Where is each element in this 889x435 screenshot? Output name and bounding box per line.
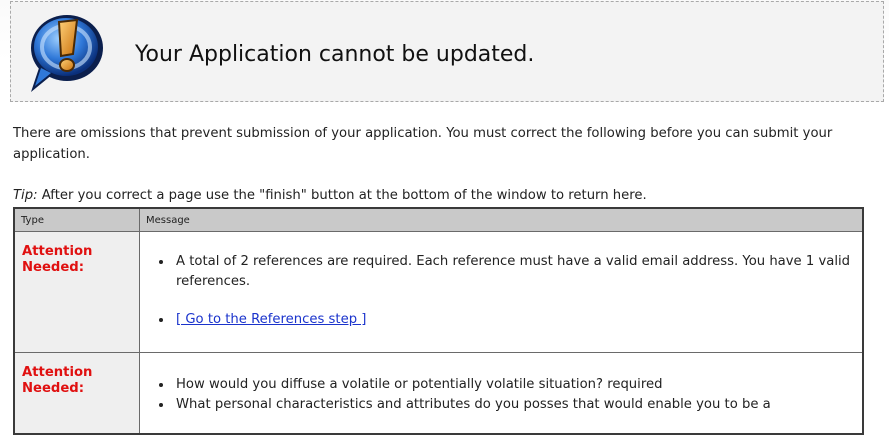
message-cell: How would you diffuse a volatile or pote…: [139, 352, 864, 435]
list-item: How would you diffuse a volatile or pote…: [173, 375, 862, 395]
message-list: A total of 2 references are required. Ea…: [140, 232, 862, 330]
attention-label: Attention Needed:: [22, 244, 93, 275]
page-title: Your Application cannot be updated.: [135, 42, 535, 67]
tip-text: After you correct a page use the "finish…: [37, 188, 647, 203]
intro-text: There are omissions that prevent submiss…: [13, 126, 833, 162]
table-row: Attention Needed: How would you diffuse …: [13, 352, 864, 435]
list-item: [ Go to the References step ]: [173, 310, 862, 330]
message-list: How would you diffuse a volatile or pote…: [140, 353, 862, 415]
tip-label: Tip:: [13, 188, 38, 203]
type-cell: Attention Needed:: [13, 231, 140, 353]
omissions-table: Type Message Attention Needed: A total o…: [13, 207, 864, 435]
type-cell: Attention Needed:: [13, 352, 140, 435]
tip-line: Tip: After you correct a page use the "f…: [13, 188, 647, 203]
column-header-type: Type: [13, 207, 140, 232]
list-item: A total of 2 references are required. Ea…: [173, 252, 862, 292]
go-to-references-link[interactable]: [ Go to the References step ]: [176, 312, 366, 327]
message-cell: A total of 2 references are required. Ea…: [139, 231, 864, 353]
error-banner: Your Application cannot be updated.: [10, 1, 884, 102]
exclamation-speech-bubble-icon: [31, 15, 103, 92]
page: Your Application cannot be updated. Ther…: [0, 0, 889, 435]
column-header-message: Message: [139, 207, 864, 232]
table-header-row: Type Message: [13, 207, 864, 232]
table-row: Attention Needed: A total of 2 reference…: [13, 231, 864, 353]
attention-label: Attention Needed:: [22, 365, 93, 396]
list-item: What personal characteristics and attrib…: [173, 395, 862, 415]
